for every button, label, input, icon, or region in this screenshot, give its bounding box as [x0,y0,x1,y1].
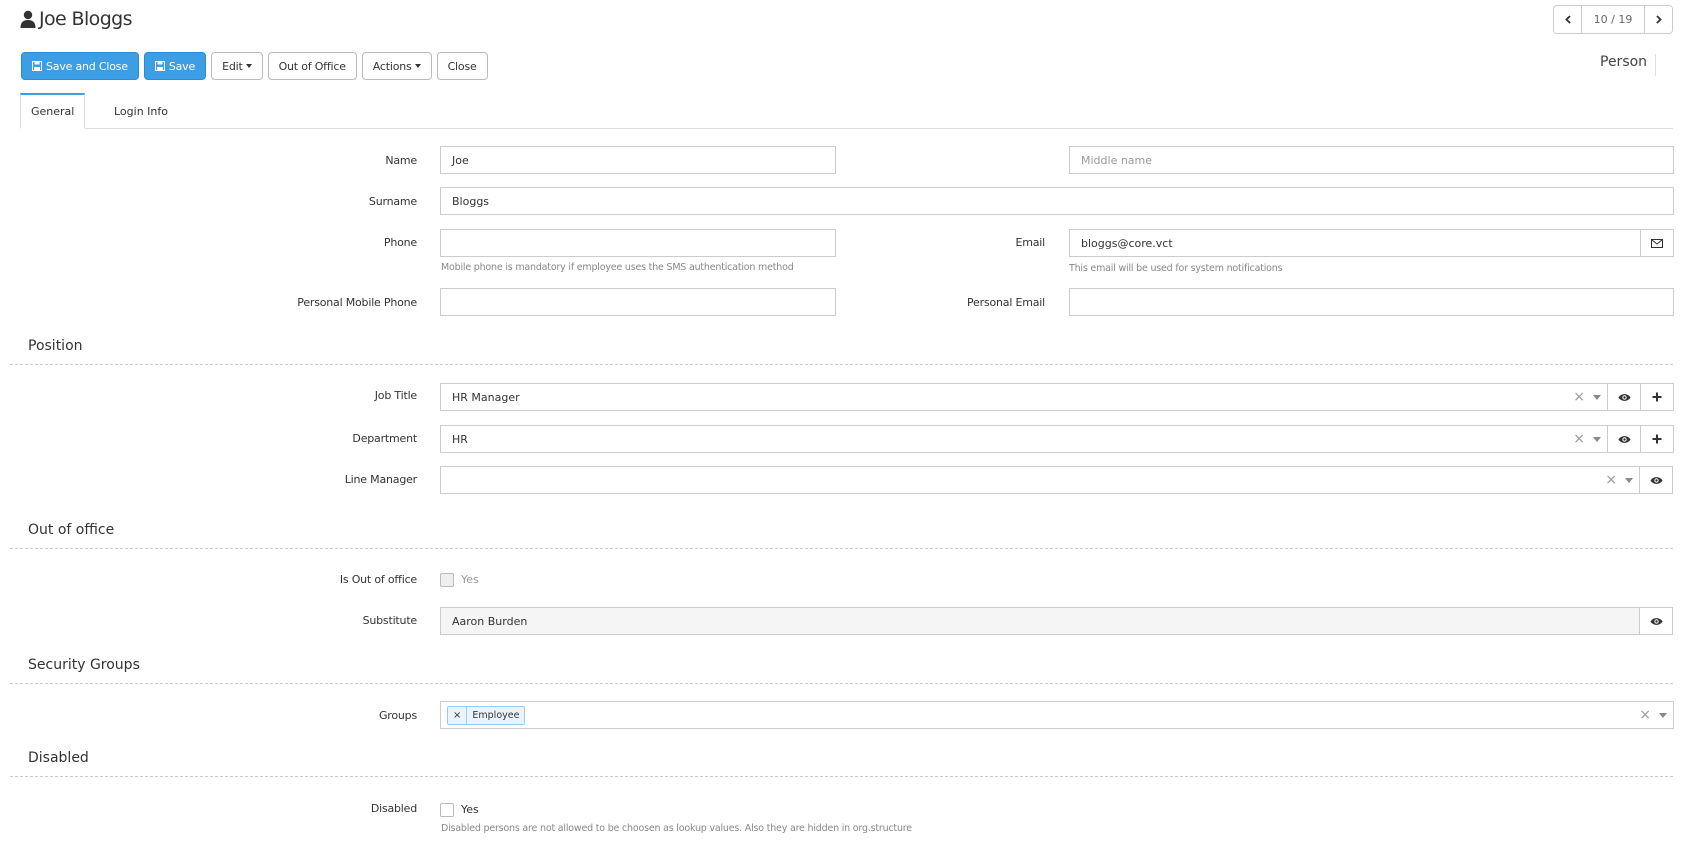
remove-tag-icon[interactable]: × [448,707,468,724]
phone-label: Phone [383,236,417,249]
edit-dropdown-button[interactable]: Edit [211,52,263,80]
toolbar: Save and Close Save Edit Out of Office A… [21,52,493,80]
eye-icon [1618,393,1630,401]
department-select[interactable]: HR × [440,425,1608,453]
plus-icon [1652,392,1662,402]
chevron-down-icon[interactable] [1625,477,1633,483]
save-and-close-label: Save and Close [46,59,128,73]
group-tag-label: Employee [472,710,520,721]
substitute-field[interactable]: Aaron Burden [440,607,1640,635]
close-button[interactable]: Close [436,52,488,80]
tab-login-info[interactable]: Login Info [104,93,178,129]
disabled-option: Yes [461,803,479,816]
personal-mobile-label: Personal Mobile Phone [297,296,417,309]
record-pager: 10 / 19 [1553,5,1673,34]
disabled-label: Disabled [370,802,417,815]
envelope-icon [1651,238,1663,248]
record-counter: 10 / 19 [1581,6,1645,33]
plus-icon [1652,434,1662,444]
groups-multiselect[interactable]: × Employee × [440,701,1674,729]
chevron-left-icon [1564,15,1571,24]
clear-icon[interactable]: × [1605,472,1617,488]
department-value: HR [452,432,468,446]
section-divider [10,776,1673,777]
close-label: Close [447,59,477,73]
view-line-manager-button[interactable] [1639,466,1673,494]
clear-icon[interactable]: × [1573,389,1585,405]
disabled-section-title: Disabled [28,750,89,766]
chevron-down-icon[interactable] [1659,712,1667,718]
floppy-disk-icon [32,61,42,71]
phone-help-text: Mobile phone is mandatory if employee us… [441,262,794,273]
chevron-right-icon [1655,15,1662,24]
out-of-office-button[interactable]: Out of Office [267,52,357,80]
line-manager-label: Line Manager [344,473,417,486]
personal-email-label: Personal Email [967,296,1045,309]
email-help-text: This email will be used for system notif… [1069,263,1283,274]
group-tag: × Employee [447,706,526,725]
surname-input[interactable]: Bloggs [440,187,1674,215]
is-out-of-office-checkbox[interactable] [440,572,454,587]
email-label: Email [1015,236,1045,249]
name-input[interactable]: Joe [440,146,836,174]
job-title-select[interactable]: HR Manager × [440,383,1608,411]
user-icon [20,10,36,28]
middle-name-input[interactable]: Middle name [1069,146,1674,174]
chevron-down-icon[interactable] [1593,394,1601,400]
job-title-label: Job Title [374,389,417,402]
caret-down-icon [245,64,252,68]
section-divider [10,364,1673,365]
chevron-down-icon[interactable] [1593,436,1601,442]
caret-down-icon [414,64,421,68]
actions-label: Actions [372,59,412,73]
send-email-button[interactable] [1640,229,1674,257]
page-title: Joe Bloggs [20,8,133,30]
floppy-disk-icon [154,61,165,71]
next-record-button[interactable] [1645,6,1672,33]
disabled-help-text: Disabled persons are not allowed to be c… [441,823,912,834]
actions-dropdown-button[interactable]: Actions [361,52,432,80]
entity-type-label: Person [1600,54,1657,76]
add-department-button[interactable] [1640,425,1674,453]
eye-icon [1650,617,1662,625]
is-out-of-office-checkbox-wrap: Yes [440,572,479,587]
disabled-checkbox-wrap: Yes [440,802,479,817]
view-substitute-button[interactable] [1639,607,1673,635]
out-of-office-label: Out of Office [278,59,346,73]
substitute-label: Substitute [362,614,418,627]
add-job-title-button[interactable] [1640,383,1674,411]
is-out-of-office-option: Yes [461,573,479,586]
person-name: Joe Bloggs [39,8,133,30]
disabled-checkbox[interactable] [440,802,454,817]
eye-icon [1650,476,1662,484]
save-button[interactable]: Save [143,52,207,80]
job-title-value: HR Manager [452,390,520,404]
position-section-title: Position [28,338,83,354]
view-job-title-button[interactable] [1607,383,1641,411]
save-label: Save [168,59,196,73]
clear-icon[interactable]: × [1573,431,1585,447]
is-out-of-office-label: Is Out of office [339,573,417,586]
eye-icon [1618,435,1630,443]
name-label: Name [385,154,417,167]
personal-email-input[interactable] [1069,288,1674,316]
edit-label: Edit [222,59,243,73]
save-and-close-button[interactable]: Save and Close [21,52,139,80]
surname-label: Surname [368,195,417,208]
section-divider [10,548,1673,549]
department-label: Department [352,432,417,445]
clear-icon[interactable]: × [1639,707,1651,723]
section-divider [10,683,1673,684]
prev-record-button[interactable] [1554,6,1581,33]
tab-general[interactable]: General [20,93,86,129]
view-department-button[interactable] [1607,425,1641,453]
tab-bar: General Login Info [20,93,1673,129]
out-of-office-section-title: Out of office [28,522,115,538]
line-manager-select[interactable]: × [440,466,1640,494]
email-input[interactable]: bloggs@core.vct [1069,229,1642,257]
security-groups-section-title: Security Groups [28,657,140,673]
groups-label: Groups [378,709,417,722]
